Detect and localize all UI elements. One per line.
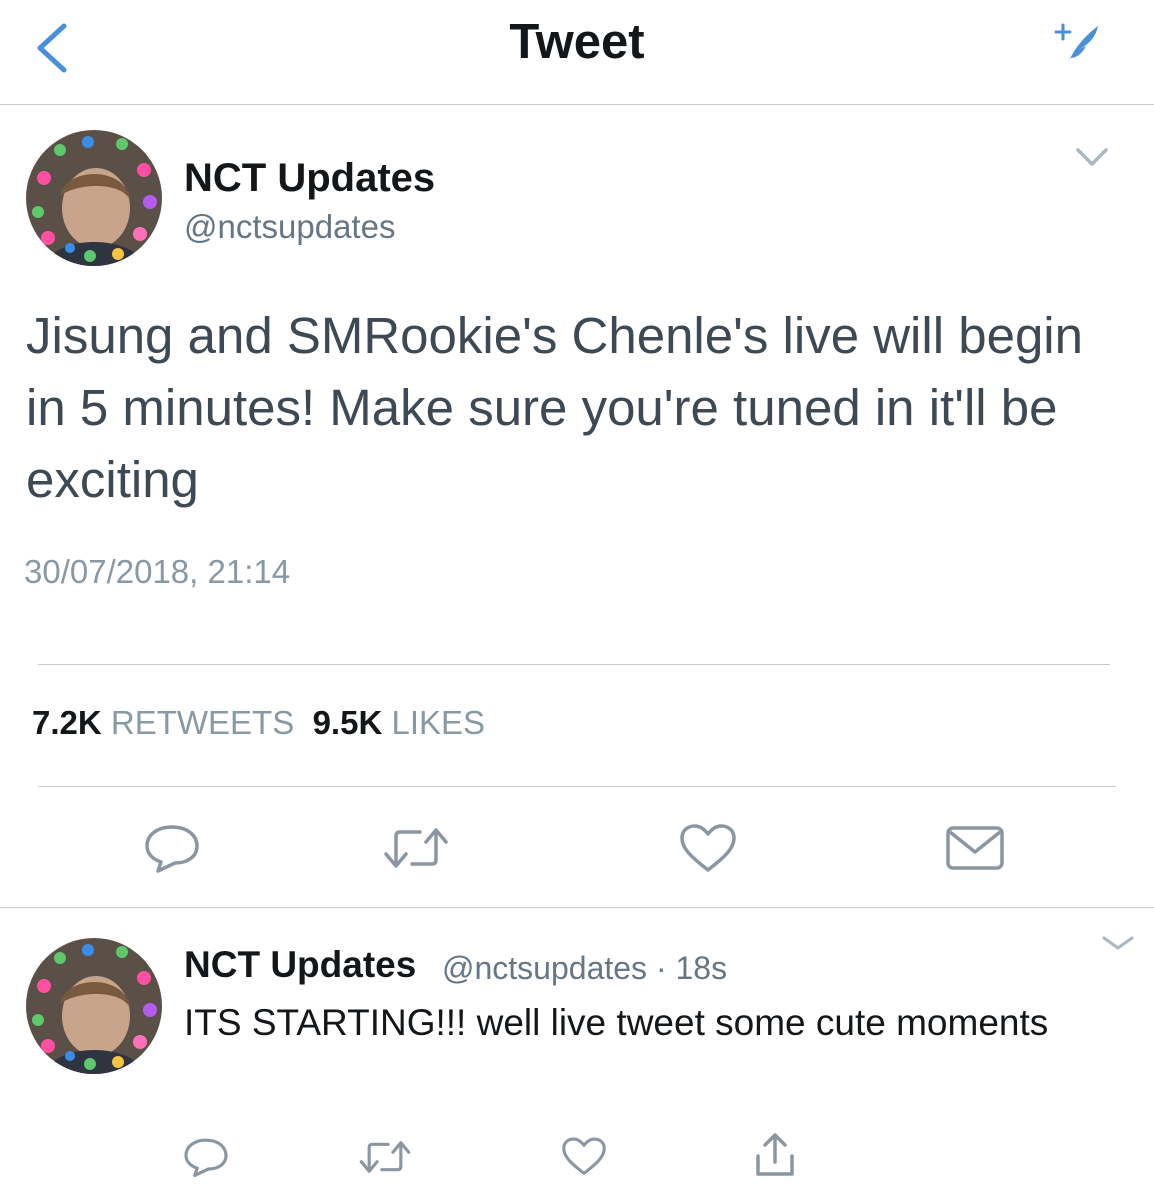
share-icon — [756, 1133, 794, 1176]
retweet-icon — [384, 828, 448, 868]
chevron-down-icon — [1076, 148, 1108, 166]
author-handle[interactable]: @nctsupdates — [184, 208, 395, 246]
reply-avatar[interactable] — [26, 938, 162, 1074]
reply-share-button[interactable] — [752, 1132, 798, 1183]
engagement-stats: 7.2K RETWEETS 9.5K LIKES — [32, 704, 485, 742]
tweet-timestamp: 30/07/2018, 21:14 — [24, 553, 291, 590]
like-icon — [562, 1137, 606, 1175]
reply-icon — [145, 825, 199, 873]
stats-top-divider — [38, 664, 1110, 665]
tweet-options-button[interactable] — [1070, 140, 1114, 176]
author-name[interactable]: NCT Updates — [184, 156, 435, 201]
reply-retweet-button[interactable] — [358, 1138, 412, 1181]
retweet-button[interactable] — [382, 824, 450, 877]
reply-button[interactable] — [142, 822, 202, 879]
stats-bottom-divider — [38, 786, 1116, 787]
compose-feather-icon — [1054, 23, 1098, 64]
reply-text: ITS STARTING!!! well live tweet some cut… — [184, 1002, 1049, 1043]
retweet-label: RETWEETS — [110, 704, 295, 741]
reply-age: 18s — [675, 950, 728, 986]
reply-like-button[interactable] — [560, 1136, 608, 1183]
like-icon — [680, 824, 736, 872]
reply-author-handle[interactable]: @nctsupdates — [442, 950, 647, 986]
chevron-down-icon — [1102, 936, 1134, 950]
retweet-icon — [359, 1141, 411, 1173]
like-count-link[interactable]: 9.5K LIKES — [313, 704, 485, 741]
nav-divider — [0, 104, 1154, 105]
reply-separator: · — [655, 950, 667, 986]
tweet-divider — [0, 907, 1154, 908]
like-count: 9.5K — [312, 704, 383, 741]
message-button[interactable] — [944, 824, 1006, 877]
retweet-count: 7.2K — [32, 704, 102, 741]
tweet-text: Jisung and SMRookie's Chenle's live will… — [26, 307, 1084, 508]
retweet-count-link[interactable]: 7.2K RETWEETS — [32, 704, 294, 741]
reply-icon — [184, 1138, 228, 1177]
page-title: Tweet — [509, 15, 645, 69]
like-label: LIKES — [391, 704, 486, 741]
reply-author-name[interactable]: NCT Updates — [184, 944, 416, 986]
avatar[interactable] — [26, 130, 162, 266]
reply-reply-button[interactable] — [182, 1136, 230, 1183]
compose-button[interactable] — [1048, 18, 1104, 68]
reply-options-button[interactable] — [1098, 930, 1138, 956]
reply-meta: @nctsupdates · 18s — [442, 950, 727, 987]
message-icon — [946, 826, 1004, 870]
like-button[interactable] — [678, 822, 738, 881]
